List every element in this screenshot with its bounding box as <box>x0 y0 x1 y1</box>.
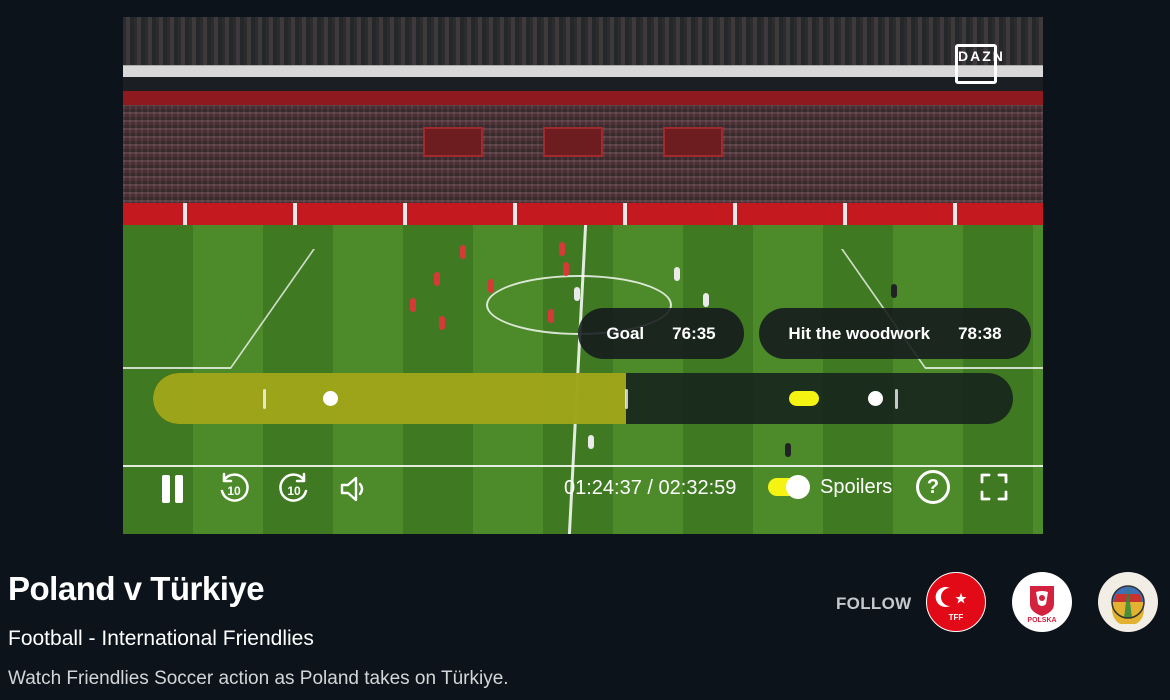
progress-timeline[interactable] <box>153 373 1013 424</box>
stadium-tier <box>123 77 1043 91</box>
footballer <box>574 287 580 301</box>
event-marker-woodwork[interactable]: Hit the woodwork 78:38 <box>759 308 1031 359</box>
rewind-seconds: 10 <box>227 484 241 498</box>
help-icon: ? <box>926 475 940 498</box>
follow-poland-button[interactable]: POLSKA <box>1012 572 1072 632</box>
team-name: POLSKA <box>1027 617 1056 624</box>
event-title: Poland v Türkiye <box>8 570 265 607</box>
dazn-logo: DAZN <box>955 44 1003 84</box>
footballer <box>434 272 440 286</box>
progress-played <box>153 373 626 424</box>
help-button[interactable]: ? <box>916 470 950 504</box>
forward-seconds: 10 <box>287 484 301 498</box>
team-name: TFF <box>949 613 964 622</box>
footballer <box>488 279 494 293</box>
stadium-ring <box>123 91 1043 105</box>
event-marker-goal[interactable]: Goal 76:35 <box>578 308 744 359</box>
current-event-marker[interactable] <box>789 391 819 406</box>
advertising-boards <box>123 203 1043 225</box>
pause-button[interactable] <box>159 474 185 504</box>
stadium-box <box>423 127 483 157</box>
spoilers-toggle[interactable] <box>768 475 810 499</box>
highlight-marker[interactable] <box>868 391 883 406</box>
event-label: Goal <box>606 323 645 343</box>
follow-friendlies-button[interactable] <box>1098 572 1158 632</box>
stadium-banner <box>123 65 1043 77</box>
follow-label: FOLLOW <box>836 594 912 613</box>
footballer <box>588 435 594 449</box>
event-time: 76:35 <box>672 323 716 343</box>
footballer <box>891 284 897 298</box>
stadium-crowd-lower <box>123 105 1043 213</box>
footballer <box>439 316 445 330</box>
volume-button[interactable] <box>337 472 369 506</box>
time-display: 01:24:37 / 02:32:59 <box>564 477 737 499</box>
referee <box>785 443 791 457</box>
video-player[interactable]: DAZN Goal 76:35 Hit the woodwork 78:38 1… <box>123 17 1043 534</box>
poland-federation-crest: POLSKA <box>1027 586 1057 624</box>
stadium-crowd-upper <box>123 17 1043 67</box>
period-marker <box>625 389 628 409</box>
footballer <box>559 242 565 256</box>
footballer <box>410 298 416 312</box>
player-controls: 10 10 01:24:37 / 02:32:59 Spoilers ? <box>123 465 1043 515</box>
pause-icon <box>174 475 183 503</box>
international-friendlies-emblem <box>1111 585 1145 624</box>
footballer <box>563 262 569 276</box>
event-time: 78:38 <box>958 323 1002 343</box>
footballer <box>548 309 554 323</box>
event-label: Hit the woodwork <box>788 323 931 343</box>
fullscreen-icon <box>980 473 1008 501</box>
volume-icon <box>340 476 364 502</box>
forward-10-icon: 10 <box>279 472 308 502</box>
footballer <box>674 267 680 281</box>
follow-turkey-button[interactable]: TFF <box>926 572 986 632</box>
footballer <box>460 245 466 259</box>
toggle-knob <box>786 475 810 499</box>
stadium-box <box>543 127 603 157</box>
highlight-marker[interactable] <box>323 391 338 406</box>
footballer <box>703 293 709 307</box>
fullscreen-button[interactable] <box>979 472 1009 502</box>
spoilers-label: Spoilers <box>820 476 893 498</box>
rewind-10-icon: 10 <box>220 472 249 502</box>
turkey-federation-crest: TFF <box>935 587 967 622</box>
event-subtitle: Football - International Friendlies <box>8 627 314 650</box>
event-description: Watch Friendlies Soccer action as Poland… <box>8 668 509 689</box>
video-frame <box>123 17 1043 534</box>
stadium-box <box>663 127 723 157</box>
period-marker <box>263 389 266 409</box>
period-marker <box>895 389 898 409</box>
pause-icon <box>161 475 170 503</box>
forward-10-button[interactable]: 10 <box>276 471 312 507</box>
rewind-10-button[interactable]: 10 <box>216 471 252 507</box>
